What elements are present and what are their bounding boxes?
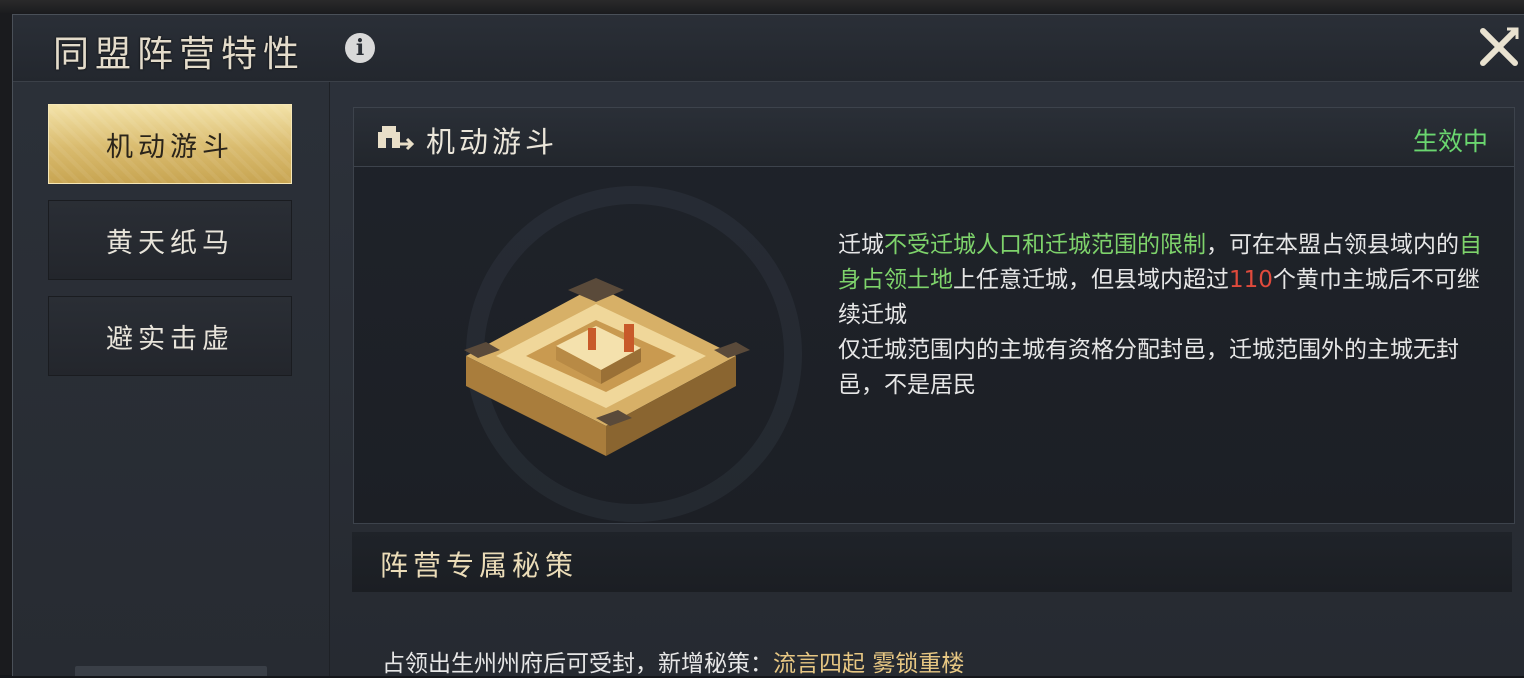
info-icon[interactable]: i bbox=[345, 33, 375, 63]
title-bar: 同盟阵营特性 i bbox=[13, 15, 1524, 82]
description-paragraph-2: 仅迁城范围内的主城有资格分配封邑，迁城范围外的主城无封邑，不是居民 bbox=[838, 337, 1459, 398]
sidebar-item-yellow-sky-paper-horse[interactable]: 黄天纸马 bbox=[48, 200, 292, 280]
desc-text: 上任意迁城，但县域内超过 bbox=[953, 267, 1229, 293]
sidebar-item-label: 黄天纸马 bbox=[106, 227, 234, 259]
desc-text: ，可在本盟占领县域内的 bbox=[1206, 232, 1459, 258]
trait-detail-header: 机动游斗 生效中 bbox=[354, 108, 1514, 167]
status-badge: 生效中 bbox=[1412, 127, 1488, 156]
sidebar-item-label: 避实击虚 bbox=[106, 323, 234, 355]
secret-prefix: 占领出生州州府后可受封，新增秘策： bbox=[382, 651, 773, 677]
desc-text: 迁城 bbox=[838, 232, 884, 258]
secret-strategy-text: 占领出生州州府后可受封，新增秘策：流言四起 雾锁重楼 bbox=[382, 644, 964, 678]
trait-sidebar: 机动游斗 黄天纸马 避实击虚 bbox=[13, 82, 330, 676]
window-title: 同盟阵营特性 bbox=[53, 34, 306, 75]
trait-title: 机动游斗 bbox=[426, 125, 559, 159]
faction-secret-strategy-header: 阵营专属秘策 bbox=[352, 532, 1512, 592]
close-button[interactable] bbox=[1477, 25, 1521, 69]
sidebar-item-avoid-strength[interactable]: 避实击虚 bbox=[48, 296, 292, 376]
trait-description: 迁城不受迁城人口和迁城范围的限制，可在本盟占领县域内的自身占领土地上任意迁城，但… bbox=[838, 228, 1498, 403]
description-paragraph-1: 迁城不受迁城人口和迁城范围的限制，可在本盟占领县域内的自身占领土地上任意迁城，但… bbox=[838, 228, 1498, 333]
sidebar-item-mobile-skirmish[interactable]: 机动游斗 bbox=[48, 104, 292, 184]
close-icon[interactable] bbox=[1477, 25, 1521, 69]
desc-highlight-green: 不受迁城人口和迁城范围的限制 bbox=[884, 232, 1206, 258]
fortress-image bbox=[464, 278, 750, 456]
strategy-rumors: 流言四起 bbox=[773, 651, 865, 677]
city-move-icon bbox=[378, 126, 415, 151]
trait-detail-card: 机动游斗 生效中 迁城不受迁城人口和迁城范围的限制，可在本盟占领县域内的自身占领… bbox=[353, 107, 1515, 524]
sidebar-item-label: 机动游斗 bbox=[106, 131, 234, 163]
desc-highlight-red: 110 bbox=[1229, 267, 1273, 293]
strategy-fog: 雾锁重楼 bbox=[872, 651, 965, 677]
section-title: 阵营专属秘策 bbox=[380, 549, 579, 582]
